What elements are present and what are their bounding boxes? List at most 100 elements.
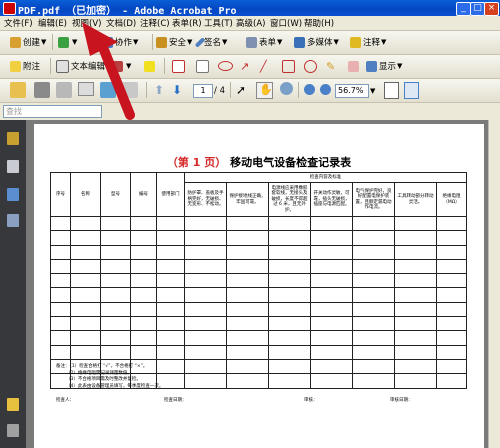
secure-button[interactable]: 安全 ▼: [156, 35, 192, 49]
table-cell: [226, 230, 269, 246]
table-cell: [352, 330, 395, 346]
maximize-button[interactable]: □: [470, 2, 485, 16]
table-row: [50, 230, 468, 246]
create-button[interactable]: 创建 ▼: [10, 35, 46, 49]
table-cell: [156, 316, 185, 332]
close-button[interactable]: ×: [484, 2, 499, 16]
hand-tool-button[interactable]: ✋: [256, 82, 273, 99]
next-page-button[interactable]: ⬇: [172, 83, 182, 97]
rectangle-icon: [282, 59, 295, 73]
rectangle-tool-button[interactable]: [282, 59, 297, 73]
comment-button[interactable]: 注释 ▼: [350, 35, 386, 49]
signatures-icon[interactable]: [7, 214, 19, 227]
page-number-input[interactable]: 1: [193, 84, 213, 98]
table-cell: [100, 344, 131, 360]
zoom-tool-button[interactable]: [280, 82, 293, 95]
zoom-out-button[interactable]: [304, 84, 315, 95]
open-folder-icon[interactable]: [10, 82, 26, 98]
table-row: [50, 330, 468, 346]
vertical-scrollbar[interactable]: [488, 120, 500, 448]
zoom-dropdown[interactable]: ▼: [369, 84, 375, 98]
table-cell: [352, 244, 395, 260]
note-line: （3）不合格项目需及时整改并复检。: [66, 377, 141, 383]
navigation-pane: [0, 120, 26, 448]
reviewer-label: 审核：: [304, 398, 318, 403]
show-button[interactable]: 显示 ▼: [366, 59, 402, 73]
table-row: [50, 258, 468, 275]
table-cell: [184, 358, 227, 375]
acrobat-app-icon[interactable]: [3, 2, 16, 15]
table-cell: [100, 215, 131, 232]
table-cell: [100, 301, 131, 318]
zoom-in-button[interactable]: [320, 84, 331, 95]
cursor-icon: ➚: [236, 83, 247, 97]
arrow-icon: ↗: [240, 59, 250, 73]
table-cell: [156, 230, 185, 246]
print-icon[interactable]: [34, 82, 50, 98]
table-cell: [310, 273, 353, 289]
table-cell: [394, 258, 437, 275]
column-header: 绝缘电阻（MΩ）: [435, 182, 468, 217]
menu-advanced[interactable]: 高级(A): [236, 17, 265, 29]
table-row: [50, 244, 468, 260]
oval-icon: [304, 59, 317, 73]
table-cell: [100, 287, 131, 303]
minimize-button[interactable]: _: [456, 2, 471, 16]
zoom-level-input[interactable]: 56.7%: [335, 84, 369, 98]
oval-tool-button[interactable]: [304, 59, 319, 73]
table-cell: [184, 373, 227, 389]
table-cell: [100, 273, 131, 289]
menu-file[interactable]: 文件(F): [4, 17, 33, 29]
menu-help[interactable]: 帮助(H): [304, 17, 334, 29]
pages-icon[interactable]: [7, 160, 19, 173]
table-cell: [70, 258, 101, 275]
sticky-note-button[interactable]: 附注: [10, 59, 40, 73]
callout-button[interactable]: [172, 59, 187, 73]
inspector-label: 检查人：: [56, 398, 74, 403]
table-cell: [226, 373, 269, 389]
column-header: 型号: [100, 172, 131, 217]
table-cell: [130, 273, 157, 289]
table-cell: [435, 244, 468, 260]
line-tool-button[interactable]: ╱: [260, 59, 267, 73]
table-cell: [435, 258, 468, 275]
table-cell: [70, 215, 101, 232]
table-cell: [310, 258, 353, 275]
menu-window[interactable]: 窗口(W): [270, 17, 302, 29]
table-cell: [70, 330, 101, 346]
eraser-tool-button[interactable]: [348, 59, 361, 73]
table-cell: [184, 287, 227, 303]
attachments-icon[interactable]: [7, 424, 19, 437]
select-tool-button[interactable]: ➚: [236, 83, 246, 97]
forms-button[interactable]: 表单 ▼: [246, 35, 282, 49]
sign-button[interactable]: 签名 ▼: [194, 35, 227, 49]
forms-icon: [246, 36, 257, 48]
multimedia-button[interactable]: 多媒体 ▼: [294, 35, 339, 49]
column-header: 电源线应采用橡胶套软线，无接头及破损，长度不得超过 6 米，且无外护。: [268, 182, 311, 217]
fit-width-button[interactable]: [404, 82, 419, 99]
document-title: （第 1 页） 移动电气设备检查记录表: [34, 154, 484, 170]
table-cell: [50, 301, 71, 318]
inspection-table: 序号 名称 型号 编号 使用部门 检查内容及标准 防护罩、盖板及手柄完好，无破损…: [50, 172, 468, 389]
create-pdf-icon: [10, 36, 21, 48]
table-cell: [156, 287, 185, 303]
fit-page-button[interactable]: [384, 82, 399, 99]
textbox-button[interactable]: [196, 59, 211, 73]
table-cell: [268, 273, 311, 289]
table-cell: [268, 258, 311, 275]
table-cell: [310, 301, 353, 318]
pencil-icon: ✎: [326, 59, 336, 73]
table-row: [50, 215, 468, 232]
bookmarks-icon[interactable]: [7, 188, 19, 201]
menu-forms[interactable]: 表单(R): [172, 17, 202, 29]
arrow-tool-button[interactable]: ↗: [240, 59, 249, 73]
menu-tools[interactable]: 工具(T): [204, 17, 233, 29]
table-cell: [352, 287, 395, 303]
lock-icon[interactable]: [7, 132, 19, 145]
form-notes: 备注：（1）检查合格打 “√”，不合格打 “×”。 （2）绝缘电阻需记录测量数值…: [56, 364, 163, 390]
previous-page-button[interactable]: ⬆: [154, 83, 164, 97]
pencil-tool-button[interactable]: ✎: [326, 59, 335, 73]
table-cell: [50, 258, 71, 275]
comments-icon[interactable]: [7, 398, 19, 411]
cloud-button[interactable]: [218, 59, 235, 73]
